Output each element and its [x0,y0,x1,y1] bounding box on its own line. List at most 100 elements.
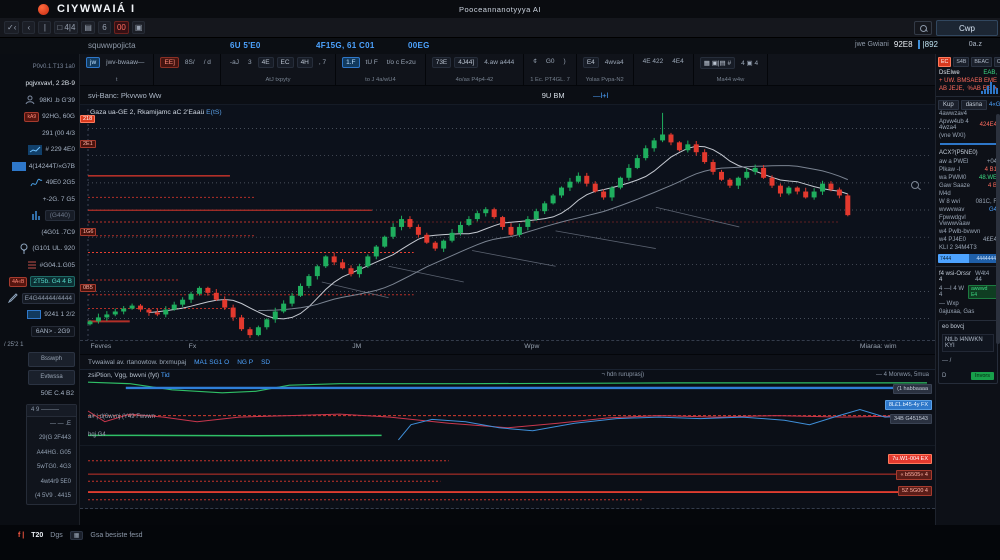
workspace-tab[interactable]: Cwp [936,20,998,36]
price-chart[interactable]: Gaza ua-GE 2, Rkamijamc aC 2'Eaaü E(tS) … [80,104,935,340]
toolbar-button[interactable]: 4 ▣ 4 [738,58,761,68]
sidebar-item[interactable]: 6AN> . 2G9 [0,323,79,340]
toolbar-button[interactable]: 8S/ [182,58,198,67]
order-link[interactable]: 4«G4 [989,102,1000,108]
toolbar-button[interactable]: 4E [258,57,274,68]
toolbar-button[interactable]: 4H [297,57,313,68]
sidebar-item-label: E4G44444/4444 [22,293,75,304]
toolbar-button[interactable]: 1.F [342,57,359,68]
order-tab[interactable]: BEAC [971,57,991,67]
sidebar-item-label: P0v0.1.T13 1a0 [33,64,75,70]
nav-button[interactable]: ‹ [22,21,35,34]
dropdown-item[interactable]: 5wTG0. 4G3 [27,460,76,475]
toolbar-group-row: ¢G0) [530,57,570,66]
sidebar-item[interactable]: +-2G. 7 G5 [0,191,79,208]
nav-button[interactable]: 00 [114,21,129,34]
toolbar-button[interactable]: 4wva4 [602,58,627,67]
toolbar-button[interactable]: 73E [432,57,452,68]
sidebar-item[interactable]: 4A«B2T5b. G4 4 B [0,274,79,291]
card-symbol-field[interactable]: NtLb I4NWKN KYI [942,334,994,352]
nav-button[interactable]: ▤ [81,21,95,34]
toolbar-button[interactable]: , 7 [316,58,329,67]
dropdown-item[interactable]: 29(G 2F443 [27,431,76,446]
sidebar-item[interactable]: P0v0.1.T13 1a0 [0,59,79,76]
toolbar-button[interactable]: 4.aw a444 [481,58,517,67]
sidebar-item[interactable]: 98Kl .b G'39 [0,92,79,109]
orders-section-link[interactable]: W4t4 44 [975,271,997,283]
status-item[interactable]: ▦ [70,531,84,540]
sidebar-item[interactable]: 49E0 2G5 [0,175,79,192]
chart-compare-link[interactable]: —l+l [593,91,608,100]
toolbar-button[interactable]: ¢ [530,57,540,66]
time-axis-label: Fx [189,343,197,350]
toolbar-button[interactable]: 4E 422 [640,57,667,66]
order-tab[interactable]: CCN, [994,57,1000,67]
info-bar: squwwpojicta 6U 5'E04F15G, 61 C0100EG jw… [0,38,1000,54]
toolbar-button[interactable]: EC [277,57,294,68]
dropdown-item[interactable]: A44HG. G05 [27,446,76,461]
sidebar-item[interactable]: 9241 1 2/2 [0,307,79,324]
status-item: f | [18,532,24,539]
indicator-panel-1[interactable]: zsiPtion, Vgg, bwvni (fyt) Tid ¬ hdn rur… [80,369,935,445]
sidebar-item[interactable]: (G101 UL. 920 [0,241,79,258]
order-status-badge: awwwd E4 [968,285,997,299]
dropdown-item[interactable]: 4wt4r9 5E0 [27,475,76,490]
search-button[interactable] [914,21,932,35]
indicator-link[interactable]: SD [261,359,270,366]
card-quantity[interactable]: — / [942,358,994,364]
chart-legend-link[interactable]: E(tS) [206,109,221,116]
nav-button[interactable]: | [38,21,51,34]
indicator1-legend-link[interactable]: Tid [161,372,170,379]
dropdown-item[interactable]: — — .E [27,417,76,432]
sell-tab[interactable]: dasna [961,100,987,110]
sidebar-item[interactable]: 291 (00 4/3 [0,125,79,142]
nav-button[interactable]: ✓‹ [4,21,19,34]
sell-button[interactable]: EC [938,57,951,67]
sidebar-item[interactable]: (4G01 .7C9 [0,224,79,241]
toolbar-button[interactable]: / d [201,58,214,67]
toolbar-button[interactable]: 4E4 [669,57,687,66]
sidebar-item[interactable]: #G04.1.G05 [0,257,79,274]
trade-panel: ECS4BBEACCCN, DsEIwe EAB, + UW. BMSAEB E… [935,54,1000,525]
scrollbar[interactable] [996,114,1000,344]
sidebar-item[interactable]: kA992HG, 60G [0,109,79,126]
submit-order-button[interactable]: Invors [971,372,994,380]
order-line: (vne WXI) [939,133,966,139]
sidebar-item[interactable]: pqjvxvavl, 2 2B-9 [0,76,79,93]
dropdown-header[interactable]: 4 9 ——— [27,405,76,417]
toolbar-button[interactable]: ) [560,57,568,66]
dropdown-item[interactable]: (4 5V9 . 4415 [27,489,76,504]
toolbar-button[interactable]: jwv-bwaaw— [103,58,147,67]
sidebar-item[interactable]: # 229 4E0 [0,142,79,159]
depth-bar[interactable]: 7444 4444444 [938,254,998,263]
toolbar-button[interactable]: ▦ ▣|▤ # [700,57,735,69]
sidebar-dropdown[interactable]: 4 9 ——— — — .E29(G 2F443A44HG. G055wTG0.… [26,404,77,505]
quote-change: + UW. B [939,78,961,84]
toolbar-button[interactable]: 3 [245,58,255,67]
toolbar-button[interactable]: -aJ [227,58,242,67]
sidebar-button[interactable]: Evtwssa [28,370,75,385]
toolbar-button[interactable]: t/o c E«zu [384,58,419,67]
indicator-link[interactable]: NG P [237,359,253,366]
sidebar-item[interactable]: 4(14244T/«G7B [0,158,79,175]
toolbar-button[interactable]: tU F [363,58,381,67]
buy-tab[interactable]: Kup [938,100,959,110]
toolbar-button[interactable]: jw [86,57,100,68]
indicator-panel-2[interactable]: 7u.W1-004 EX« b5505« 45Z 5G00 4 [80,445,935,509]
sidebar-item[interactable]: (G440) [0,208,79,225]
sidebar-item[interactable]: E4G44444/4444 [0,290,79,307]
toolbar-button[interactable]: EE] [160,57,178,68]
indicator1-settings[interactable]: — 4 Morwws, 5mua [876,372,929,378]
toolbar-button[interactable]: 4J44] [454,57,478,68]
order-tab[interactable]: S4B [953,57,969,67]
nav-button[interactable]: 6 [98,21,111,34]
magnifier-icon[interactable] [911,181,921,191]
alert-price-badge: 7u.W1-004 EX [888,454,932,464]
toolbar-button[interactable]: G0 [543,57,558,66]
nav-button[interactable]: ▣ [132,21,146,34]
indicator-link[interactable]: MA1 SG1 O [194,359,229,366]
sidebar-button[interactable]: Bsswph [28,352,75,367]
time-axis[interactable]: FevresFxJMWpwMiaraa: wim [80,340,935,354]
toolbar-button[interactable]: E4 [583,57,599,68]
nav-button[interactable]: □ 4|4 [54,21,78,34]
